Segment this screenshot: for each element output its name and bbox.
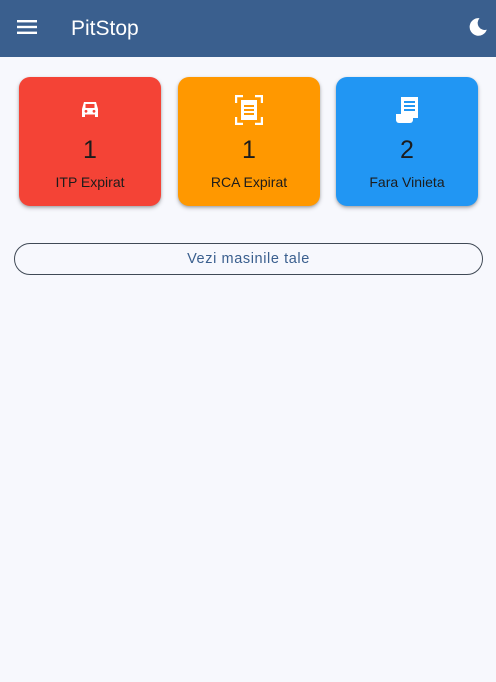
- theme-toggle-button[interactable]: [467, 17, 489, 42]
- itp-expired-label: ITP Expirat: [55, 174, 125, 190]
- itp-expired-card[interactable]: 1 ITP Expirat: [19, 77, 161, 206]
- view-cars-button[interactable]: Vezi masinile tale: [14, 243, 483, 275]
- itp-expired-count: 1: [83, 136, 97, 164]
- document-scan-icon: [178, 94, 320, 126]
- menu-button[interactable]: [16, 18, 38, 40]
- vignette-missing-label: Fara Vinieta: [369, 174, 445, 190]
- vignette-missing-card[interactable]: 2 Fara Vinieta: [336, 77, 478, 206]
- moon-icon: [468, 17, 488, 42]
- app-bar: PitStop: [0, 0, 496, 57]
- rca-expired-label: RCA Expirat: [210, 174, 288, 190]
- menu-icon: [17, 19, 37, 40]
- app-title: PitStop: [71, 17, 139, 40]
- rca-expired-count: 1: [242, 136, 256, 164]
- car-icon: [19, 94, 161, 126]
- status-cards: 1 ITP Expirat 1 RCA Expirat 2 Fara Vinie…: [19, 77, 479, 207]
- vignette-missing-count: 2: [400, 136, 414, 164]
- receipt-icon: [336, 94, 478, 126]
- rca-expired-card[interactable]: 1 RCA Expirat: [178, 77, 320, 206]
- app-screen: PitStop 1 ITP Expirat 1 RCA Expirat 2 Fa…: [0, 0, 496, 682]
